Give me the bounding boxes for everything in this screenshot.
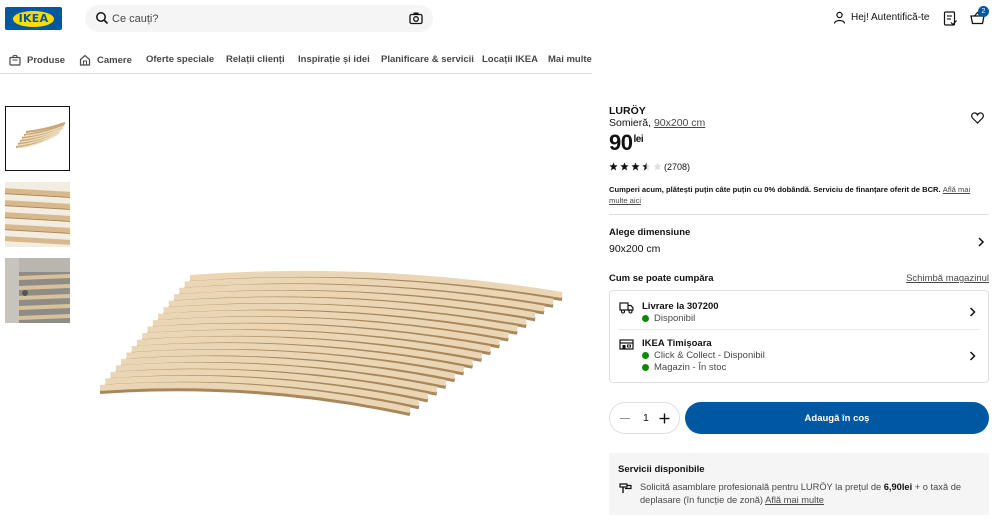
- click-collect-status: Click & Collect - Disponibil: [642, 350, 765, 361]
- camera-icon[interactable]: [409, 11, 423, 25]
- services-price: 6,90lei: [883, 482, 913, 492]
- home-icon: [79, 54, 91, 66]
- product-size-link[interactable]: 90x200 cm: [654, 117, 705, 129]
- quantity-value[interactable]: 1: [643, 412, 649, 424]
- nav-label: Produse: [27, 54, 66, 66]
- delivery-status: Disponibil: [642, 313, 695, 324]
- nav-item-oferte[interactable]: Oferte speciale: [146, 54, 214, 65]
- thumbnail-1[interactable]: [5, 106, 70, 171]
- thumbnail-2[interactable]: [5, 182, 70, 247]
- cart-count-badge: 2: [978, 6, 989, 17]
- shopping-list-icon[interactable]: [943, 11, 957, 26]
- search-input[interactable]: [112, 9, 392, 28]
- shopping-bag-icon: [9, 54, 21, 66]
- size-value[interactable]: 90x200 cm: [609, 243, 660, 255]
- nav-label: Planificare & servicii: [381, 54, 474, 65]
- finance-note: Cumperi acum, plătești puțin câte puțin …: [609, 184, 984, 206]
- change-store-link[interactable]: Schimbă magazinul: [906, 273, 989, 284]
- nav-item-camere[interactable]: Camere: [79, 54, 132, 66]
- thumbnail-bed-frame-image: [5, 258, 70, 323]
- price-currency: lei: [633, 134, 644, 145]
- add-to-cart-button[interactable]: Adaugă în coș: [685, 402, 989, 434]
- product-description: Somieră, 90x200 cm: [609, 117, 705, 129]
- delivery-title[interactable]: Livrare la 307200: [642, 301, 719, 312]
- services-text: Solicită asamblare profesională pentru L…: [640, 481, 980, 507]
- nav-item-inspiratie[interactable]: Inspirație și idei: [298, 54, 370, 65]
- logo-text: IKEA: [12, 10, 55, 27]
- nav-item-relatii[interactable]: Relații clienți: [226, 54, 285, 65]
- divider: [609, 214, 989, 215]
- store-icon: [619, 339, 634, 350]
- nav-item-produse[interactable]: Produse: [9, 54, 65, 66]
- star-full-icon: [631, 162, 640, 171]
- nav-label: Inspirație și idei: [298, 54, 370, 65]
- services-title: Servicii disponibile: [618, 464, 705, 475]
- rating-stars[interactable]: [609, 162, 662, 171]
- chevron-right-icon[interactable]: [969, 351, 976, 361]
- login-label: Hej! Autentifică-te: [851, 12, 930, 23]
- status-dot: [642, 352, 649, 359]
- how-to-buy-label: Cum se poate cumpăra: [609, 273, 714, 284]
- delivery-truck-icon: [619, 302, 634, 314]
- chevron-right-icon[interactable]: [969, 307, 976, 317]
- divider: [618, 329, 980, 330]
- store-title[interactable]: IKEA Timișoara: [642, 338, 712, 349]
- services-box: Servicii disponibile Solicită asamblare …: [609, 453, 989, 515]
- status-dot: [642, 315, 649, 322]
- heart-icon[interactable]: [971, 112, 984, 124]
- thumbnail-3[interactable]: [5, 258, 70, 323]
- finance-text: Cumperi acum, plătești puțin câte puțin …: [609, 185, 941, 194]
- thumbnail-slats-image: [15, 121, 66, 149]
- nav-item-planificare[interactable]: Planificare & servicii: [381, 54, 474, 65]
- product-type: Somieră,: [609, 117, 652, 129]
- star-half-icon: [642, 162, 651, 171]
- nav-label: Locații IKEA: [482, 54, 538, 65]
- plus-icon[interactable]: [659, 413, 670, 424]
- in-store-text: Magazin - În stoc: [654, 362, 727, 373]
- price-value: 90: [609, 130, 633, 155]
- quantity-stepper[interactable]: 1: [609, 402, 680, 434]
- status-dot: [642, 364, 649, 371]
- main-nav: Produse Camere Oferte speciale Relații c…: [0, 47, 592, 74]
- search-icon: [96, 12, 109, 25]
- star-full-icon: [620, 162, 629, 171]
- assembly-tool-icon: [619, 483, 632, 493]
- services-link[interactable]: Află mai multe: [765, 495, 824, 505]
- search-bar[interactable]: [85, 5, 433, 32]
- nav-label: Relații clienți: [226, 54, 285, 65]
- login-link[interactable]: Hej! Autentifică-te: [833, 11, 929, 24]
- thumbnail-closeup-image: [5, 182, 70, 247]
- delivery-status-text: Disponibil: [654, 313, 696, 324]
- services-text-before: Solicită asamblare profesională pentru L…: [640, 482, 884, 492]
- star-full-icon: [609, 162, 618, 171]
- nav-label: Camere: [97, 54, 132, 66]
- in-store-status: Magazin - În stoc: [642, 362, 726, 373]
- minus-icon[interactable]: [620, 418, 630, 419]
- size-label: Alege dimensiune: [609, 227, 691, 238]
- star-empty-icon: [653, 162, 662, 171]
- nav-label: Oferte speciale: [146, 54, 215, 65]
- nav-item-locatii[interactable]: Locații IKEA: [482, 54, 538, 65]
- ikea-logo[interactable]: IKEA: [5, 7, 62, 30]
- nav-label: Mai multe: [548, 54, 592, 65]
- product-main-image[interactable]: [90, 260, 580, 430]
- nav-item-mai-multe[interactable]: Mai multe: [548, 54, 592, 65]
- product-name: LURÖY: [609, 105, 646, 117]
- header: IKEA Hej! Autentifică-te 2: [0, 0, 1000, 40]
- chevron-right-icon[interactable]: [977, 237, 985, 247]
- click-collect-text: Click & Collect - Disponibil: [654, 350, 765, 361]
- availability-box: Livrare la 307200 Disponibil IKEA Timișo…: [609, 290, 989, 383]
- user-icon: [833, 11, 846, 24]
- review-count[interactable]: (2708): [664, 162, 690, 172]
- product-price: 90lei: [609, 130, 644, 156]
